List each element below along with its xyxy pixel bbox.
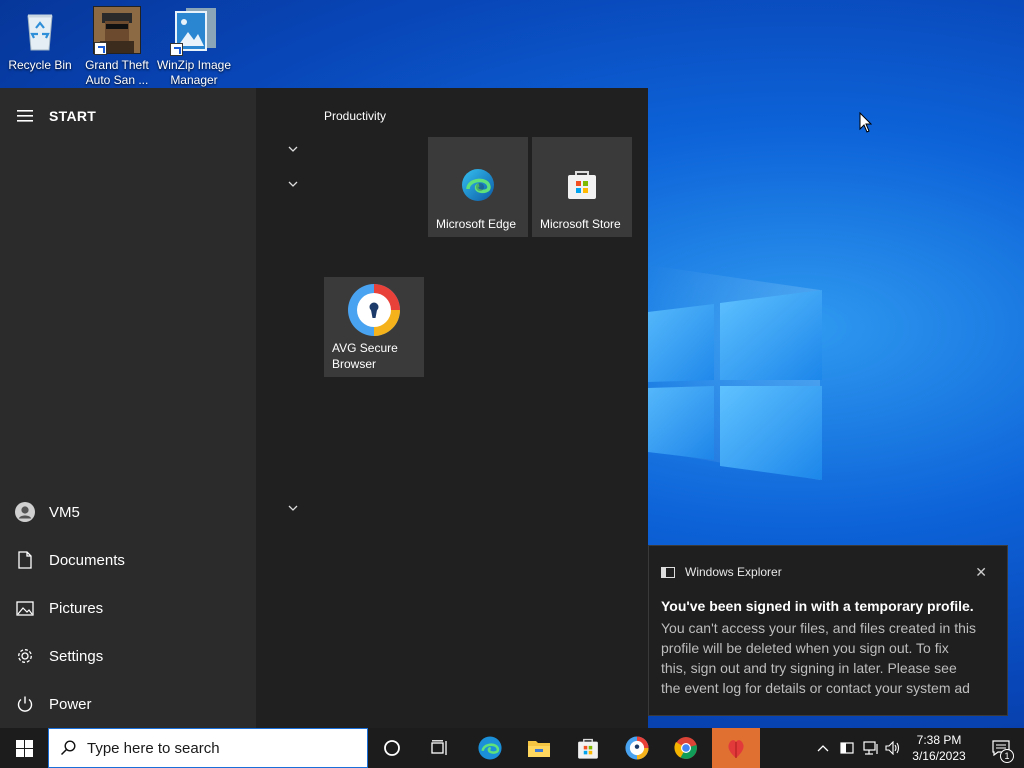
taskbar-clock[interactable]: 7:38 PM 3/16/2023 (906, 732, 972, 764)
tile-label: AVG Secure Browser (332, 341, 398, 371)
toast-body-line: You can't access your files, and files c… (661, 620, 976, 636)
notification-count-badge: 1 (1000, 749, 1014, 763)
toast-body-line: the event log for details or contact you… (661, 680, 970, 696)
task-view-button[interactable] (416, 728, 464, 768)
start-menu: START VM5 Documents Pictures Settings Po… (0, 88, 648, 728)
tile-microsoft-store[interactable]: Microsoft Store (532, 137, 632, 237)
close-icon[interactable]: ✕ (975, 564, 987, 581)
start-header: START (0, 100, 256, 132)
nav-item-power[interactable]: Power (0, 682, 256, 726)
tile-group-title[interactable]: Productivity (324, 109, 386, 123)
taskbar-active-app[interactable] (712, 728, 760, 768)
document-icon (0, 551, 49, 569)
chevron-up-icon (817, 745, 829, 752)
mouse-cursor-icon (859, 111, 873, 139)
power-icon (0, 695, 49, 713)
nav-item-label: Power (49, 695, 92, 713)
show-hidden-icons-button[interactable] (812, 728, 834, 768)
taskbar-chrome[interactable] (662, 728, 710, 768)
taskbar: 7:38 PM 3/16/2023 1 (0, 728, 1024, 768)
taskbar-search[interactable] (48, 728, 368, 768)
desktop-icon-label: Grand Theft Auto San ... (85, 58, 149, 87)
desktop-icon-label: WinZip Image Manager (156, 58, 232, 87)
toast-body-line: profile will be deleted when you sign ou… (661, 640, 949, 656)
start-button[interactable] (0, 728, 48, 768)
start-tiles-pane: Productivity Microsoft Edge Microsoft St… (256, 88, 648, 728)
winzip-image-manager-icon (170, 6, 218, 56)
nav-item-label: Settings (49, 647, 104, 665)
action-center-button[interactable]: 1 (978, 728, 1024, 768)
store-icon (532, 167, 632, 201)
desktop-icon-gta[interactable]: Grand Theft Auto San ... (79, 4, 155, 88)
nav-item-settings[interactable]: Settings (0, 634, 256, 678)
network-icon (863, 741, 878, 755)
nav-item-label: Documents (49, 551, 125, 569)
clock-date: 3/16/2023 (912, 749, 966, 763)
cortana-button[interactable] (368, 728, 416, 768)
tray-app-button[interactable] (836, 728, 858, 768)
tile-microsoft-edge[interactable]: Microsoft Edge (428, 137, 528, 237)
avg-browser-icon (324, 283, 424, 337)
nav-item-documents[interactable]: Documents (0, 538, 256, 582)
tray-window-icon (840, 742, 854, 754)
network-button[interactable] (860, 728, 882, 768)
volume-button[interactable] (882, 728, 904, 768)
toast-header: Windows Explorer (661, 565, 782, 579)
shortcut-arrow-icon (170, 43, 183, 56)
recycle-bin-icon (16, 6, 64, 54)
store-icon (578, 738, 598, 759)
pictures-icon (0, 600, 49, 616)
chevron-down-icon[interactable] (286, 177, 300, 191)
search-input[interactable] (87, 739, 347, 757)
desktop-icon-label: Recycle Bin (8, 58, 72, 72)
folder-icon (528, 741, 550, 757)
nav-item-label: VM5 (49, 503, 80, 521)
gear-icon (0, 647, 49, 665)
chrome-icon (674, 737, 697, 759)
desktop-icon-winzip[interactable]: WinZip Image Manager (156, 4, 232, 88)
speaker-icon (885, 741, 900, 755)
notification-toast[interactable]: Windows Explorer ✕ You've been signed in… (648, 545, 1008, 716)
app-logo-icon (728, 740, 744, 758)
edge-icon (428, 167, 528, 203)
toast-body: You can't access your files, and files c… (661, 618, 1001, 698)
edge-icon (478, 736, 502, 760)
search-icon (49, 740, 87, 756)
windows-explorer-icon (661, 566, 675, 578)
taskbar-avg-browser[interactable] (613, 728, 661, 768)
taskbar-file-explorer[interactable] (515, 728, 563, 768)
avg-browser-icon (625, 736, 649, 760)
toast-title: You've been signed in with a temporary p… (661, 598, 974, 614)
nav-item-user[interactable]: VM5 (0, 490, 256, 534)
desktop-icon-recycle-bin[interactable]: Recycle Bin (2, 4, 78, 73)
start-menu-nav-pane: START VM5 Documents Pictures Settings Po… (0, 88, 256, 728)
start-title: START (49, 108, 97, 124)
toast-body-line: this, sign out and try signing in later.… (661, 660, 957, 676)
nav-item-pictures[interactable]: Pictures (0, 586, 256, 630)
cortana-circle-icon (384, 740, 400, 756)
nav-item-label: Pictures (49, 599, 104, 617)
tile-label: Microsoft Store (540, 217, 621, 231)
chevron-down-icon[interactable] (286, 142, 300, 156)
chevron-down-icon[interactable] (286, 501, 300, 515)
gta-san-andreas-icon (93, 6, 141, 55)
tile-label: Microsoft Edge (436, 217, 517, 231)
taskbar-edge[interactable] (466, 728, 514, 768)
toast-app-name: Windows Explorer (685, 565, 782, 579)
shortcut-arrow-icon (94, 42, 107, 55)
hamburger-menu-icon[interactable] (0, 110, 49, 122)
windows-logo-icon (15, 739, 33, 757)
clock-time: 7:38 PM (916, 733, 962, 747)
user-avatar-icon (0, 502, 49, 522)
task-view-icon (431, 740, 447, 755)
taskbar-store[interactable] (564, 728, 612, 768)
tile-avg-secure-browser[interactable]: AVG Secure Browser (324, 277, 424, 377)
